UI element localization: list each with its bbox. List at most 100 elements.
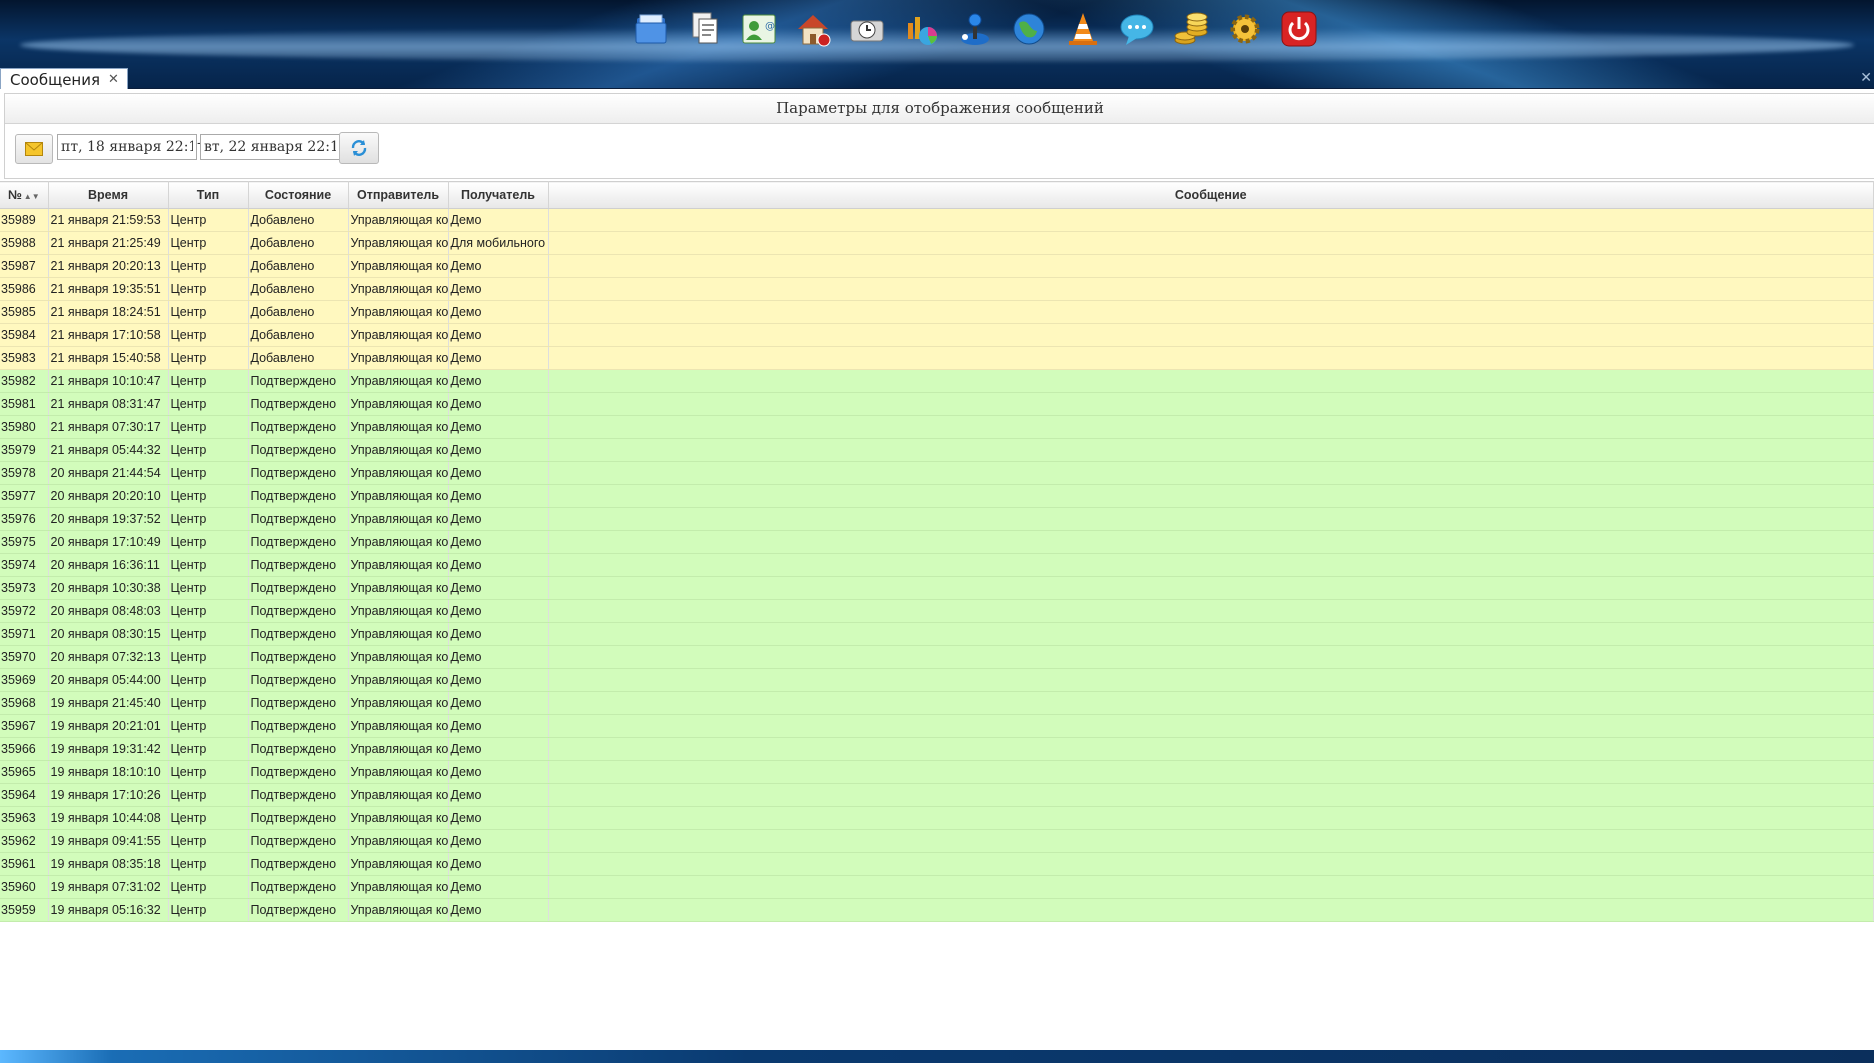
cell-time: 20 января 08:48:03 bbox=[48, 599, 169, 623]
cell-message bbox=[548, 277, 1874, 301]
cell-type: Центр bbox=[168, 645, 249, 669]
table-row[interactable]: 35978 20 января 21:44:54 Центр Подтверждено… bbox=[0, 461, 1874, 485]
table-row[interactable]: 35960 19 января 07:31:02 Центр Подтверждено… bbox=[0, 875, 1874, 899]
cell-id: 35989 bbox=[0, 208, 49, 232]
table-row[interactable]: 35988 21 января 21:25:49 Центр Добавлено Упр… bbox=[0, 231, 1874, 255]
cell-time: 19 января 05:16:32 bbox=[48, 898, 169, 922]
cell-state: Подтверждено bbox=[248, 599, 349, 623]
table-row[interactable]: 35961 19 января 08:35:18 Центр Подтверждено… bbox=[0, 852, 1874, 876]
table-row[interactable]: 35972 20 января 08:48:03 Центр Подтверждено… bbox=[0, 599, 1874, 623]
cell-recipient: Демо bbox=[448, 668, 549, 692]
table-row[interactable]: 35979 21 января 05:44:32 Центр Подтверждено… bbox=[0, 438, 1874, 462]
column-header-sender[interactable]: Отправитель bbox=[348, 181, 449, 209]
sort-icon[interactable]: ▲▼ bbox=[24, 192, 40, 201]
power-icon[interactable] bbox=[1278, 8, 1320, 50]
traffic-cone-icon[interactable] bbox=[1062, 8, 1104, 50]
cell-recipient: Демо bbox=[448, 875, 549, 899]
cell-recipient: Для мобильного bbox=[448, 231, 549, 255]
cell-id: 35981 bbox=[0, 392, 49, 416]
cell-id: 35978 bbox=[0, 461, 49, 485]
cell-id: 35985 bbox=[0, 300, 49, 324]
table-row[interactable]: 35970 20 января 07:32:13 Центр Подтверждено… bbox=[0, 645, 1874, 669]
cell-type: Центр bbox=[168, 277, 249, 301]
cell-id: 35961 bbox=[0, 852, 49, 876]
cell-sender: Управляющая ко bbox=[348, 392, 449, 416]
cell-id: 35960 bbox=[0, 875, 49, 899]
table-row[interactable]: 35966 19 января 19:31:42 Центр Подтверждено… bbox=[0, 737, 1874, 761]
cell-id: 35966 bbox=[0, 737, 49, 761]
table-row[interactable]: 35977 20 января 20:20:10 Центр Подтверждено… bbox=[0, 484, 1874, 508]
cell-recipient: Демо bbox=[448, 415, 549, 439]
column-header-message[interactable]: Сообщение bbox=[548, 181, 1874, 209]
globe-icon[interactable] bbox=[1008, 8, 1050, 50]
table-row[interactable]: 35980 21 января 07:30:17 Центр Подтверждено… bbox=[0, 415, 1874, 439]
table-row[interactable]: 35973 20 января 10:30:38 Центр Подтверждено… bbox=[0, 576, 1874, 600]
cell-sender: Управляющая ко bbox=[348, 875, 449, 899]
settings-gear-icon[interactable] bbox=[1224, 8, 1266, 50]
contacts-icon[interactable]: @ bbox=[738, 8, 780, 50]
table-row[interactable]: 35959 19 января 05:16:32 Центр Подтверждено… bbox=[0, 898, 1874, 922]
cell-recipient: Демо bbox=[448, 599, 549, 623]
cell-time: 21 января 08:31:47 bbox=[48, 392, 169, 416]
table-row[interactable]: 35967 19 января 20:21:01 Центр Подтверждено… bbox=[0, 714, 1874, 738]
tab-close-icon[interactable]: ✕ bbox=[108, 69, 119, 91]
cell-message bbox=[548, 783, 1874, 807]
date-from-input[interactable] bbox=[57, 134, 197, 160]
cell-recipient: Демо bbox=[448, 277, 549, 301]
table-row[interactable]: 35971 20 января 08:30:15 Центр Подтверждено… bbox=[0, 622, 1874, 646]
cell-message bbox=[548, 622, 1874, 646]
cell-id: 35972 bbox=[0, 599, 49, 623]
table-row[interactable]: 35987 21 января 20:20:13 Центр Добавлено Упр… bbox=[0, 254, 1874, 278]
table-row[interactable]: 35984 21 января 17:10:58 Центр Добавлено Упр… bbox=[0, 323, 1874, 347]
send-message-button[interactable] bbox=[15, 134, 53, 164]
cell-recipient: Демо bbox=[448, 461, 549, 485]
table-row[interactable]: 35974 20 января 16:36:11 Центр Подтверждено… bbox=[0, 553, 1874, 577]
cell-type: Центр bbox=[168, 208, 249, 232]
documents-icon[interactable] bbox=[684, 8, 726, 50]
coins-icon[interactable] bbox=[1170, 8, 1212, 50]
table-row[interactable]: 35981 21 января 08:31:47 Центр Подтверждено… bbox=[0, 392, 1874, 416]
table-row[interactable]: 35962 19 января 09:41:55 Центр Подтверждено… bbox=[0, 829, 1874, 853]
column-header-recipient[interactable]: Получатель bbox=[448, 181, 549, 209]
cell-message bbox=[548, 507, 1874, 531]
table-row[interactable]: 35985 21 января 18:24:51 Центр Добавлено Упр… bbox=[0, 300, 1874, 324]
panel-close-icon[interactable]: ✕ bbox=[1860, 70, 1872, 86]
chat-bubble-icon[interactable] bbox=[1116, 8, 1158, 50]
column-header-state[interactable]: Состояние bbox=[248, 181, 349, 209]
cell-id: 35979 bbox=[0, 438, 49, 462]
cell-recipient: Демо bbox=[448, 507, 549, 531]
drive-history-icon[interactable] bbox=[846, 8, 888, 50]
cell-sender: Управляющая ко bbox=[348, 714, 449, 738]
cell-sender: Управляющая ко bbox=[348, 346, 449, 370]
house-icon[interactable] bbox=[792, 8, 834, 50]
refresh-button[interactable] bbox=[339, 132, 379, 164]
charts-icon[interactable] bbox=[900, 8, 942, 50]
cell-message bbox=[548, 691, 1874, 715]
table-row[interactable]: 35975 20 января 17:10:49 Центр Подтверждено… bbox=[0, 530, 1874, 554]
column-header-time[interactable]: Время bbox=[48, 181, 169, 209]
table-row[interactable]: 35983 21 января 15:40:58 Центр Добавлено Упр… bbox=[0, 346, 1874, 370]
table-row[interactable]: 35964 19 января 17:10:26 Центр Подтверждено… bbox=[0, 783, 1874, 807]
column-header-type[interactable]: Тип bbox=[168, 181, 249, 209]
cell-type: Центр bbox=[168, 461, 249, 485]
cell-id: 35987 bbox=[0, 254, 49, 278]
table-row[interactable]: 35986 21 января 19:35:51 Центр Добавлено Упр… bbox=[0, 277, 1874, 301]
cell-id: 35984 bbox=[0, 323, 49, 347]
table-row[interactable]: 35968 19 января 21:45:40 Центр Подтверждено… bbox=[0, 691, 1874, 715]
cell-sender: Управляющая ко bbox=[348, 668, 449, 692]
table-row[interactable]: 35989 21 января 21:59:53 Центр Добавлено Упр… bbox=[0, 208, 1874, 232]
column-header-id[interactable]: № ▲▼ bbox=[0, 181, 49, 209]
joystick-icon[interactable] bbox=[954, 8, 996, 50]
cell-type: Центр bbox=[168, 553, 249, 577]
table-row[interactable]: 35976 20 января 19:37:52 Центр Подтверждено… bbox=[0, 507, 1874, 531]
table-row[interactable]: 35982 21 января 10:10:47 Центр Подтверждено… bbox=[0, 369, 1874, 393]
table-row[interactable]: 35969 20 января 05:44:00 Центр Подтверждено… bbox=[0, 668, 1874, 692]
date-to-input[interactable] bbox=[200, 134, 340, 160]
cell-type: Центр bbox=[168, 737, 249, 761]
table-row[interactable]: 35963 19 января 10:44:08 Центр Подтверждено… bbox=[0, 806, 1874, 830]
table-row[interactable]: 35965 19 января 18:10:10 Центр Подтверждено… bbox=[0, 760, 1874, 784]
cell-recipient: Демо bbox=[448, 576, 549, 600]
folder-icon[interactable] bbox=[630, 8, 672, 50]
tab-messages[interactable]: Сообщения ✕ bbox=[0, 68, 128, 91]
cell-id: 35988 bbox=[0, 231, 49, 255]
